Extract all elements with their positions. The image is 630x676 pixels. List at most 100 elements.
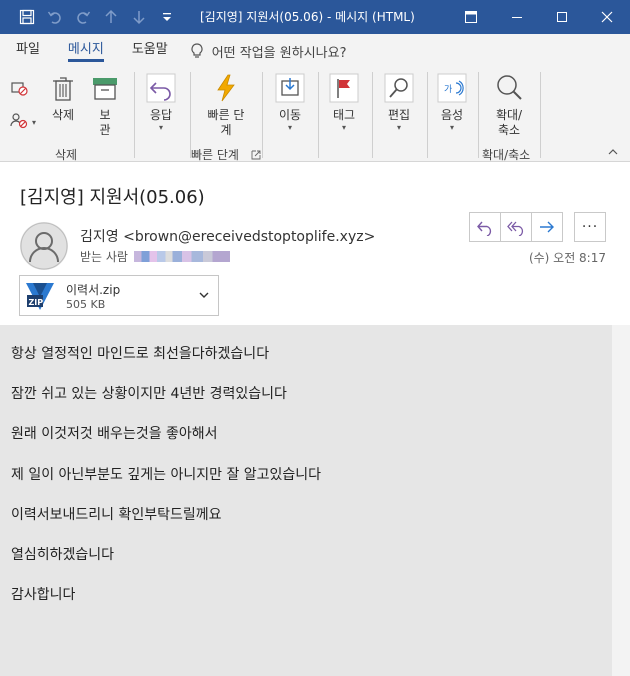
respond-button[interactable]: 응답 ▾: [143, 72, 179, 133]
tell-me-box[interactable]: 어떤 작업을 원하시나요?: [190, 36, 347, 66]
editing-dropdown-icon: ▾: [396, 123, 401, 132]
group-label-quick-steps: 빠른 단계: [191, 148, 239, 162]
quick-steps-label-2: 계: [220, 123, 232, 137]
message-actions: [469, 212, 563, 242]
archive-icon: [89, 72, 121, 104]
person-icon: [20, 222, 68, 270]
tags-dropdown-icon: ▾: [341, 123, 346, 132]
reply-button[interactable]: [469, 212, 501, 242]
recipient-line: 받는 사람: [80, 248, 230, 265]
redo-icon[interactable]: [74, 8, 92, 26]
svg-text:ZIP: ZIP: [29, 298, 44, 307]
quick-steps-button[interactable]: 빠른 단 계: [200, 72, 252, 138]
zoom-label-1: 확대/: [495, 108, 523, 122]
up-arrow-icon[interactable]: [102, 8, 120, 26]
tags-label: 태그: [332, 108, 356, 122]
respond-label: 응답: [149, 108, 173, 122]
group-label-zoom: 확대/축소: [482, 148, 531, 162]
ignore-icon[interactable]: [10, 78, 32, 98]
divider: [540, 72, 541, 158]
save-icon[interactable]: [18, 8, 36, 26]
tags-button[interactable]: 태그 ▾: [326, 72, 362, 133]
body-line: 항상 열정적인 마인드로 최선을다하겠습니다: [11, 346, 270, 362]
tab-file[interactable]: 파일: [0, 36, 54, 66]
body-line: 원래 이것저것 배우는것을 좋아해서: [11, 426, 218, 442]
lightning-icon: [210, 72, 242, 104]
zoom-icon: [493, 72, 525, 104]
delete-label: 삭제: [51, 108, 75, 122]
attachment-size: 505 KB: [66, 298, 106, 311]
respond-dropdown-icon: ▾: [158, 123, 163, 132]
dialog-launcher-icon[interactable]: [251, 149, 261, 160]
down-arrow-icon[interactable]: [130, 8, 148, 26]
attachment-name: 이력서.zip: [66, 283, 121, 297]
body-line: 제 일이 아닌부분도 깊게는 아니지만 잘 알고있습니다: [11, 467, 322, 483]
ribbon-tabs: 파일 메시지 도움말 어떤 작업을 원하시나요?: [0, 34, 630, 66]
message-subject: [김지영] 지원서(05.06): [20, 187, 205, 208]
chevron-down-icon[interactable]: [198, 289, 210, 301]
divider: [372, 72, 373, 158]
divider: [318, 72, 319, 158]
lightbulb-icon: [191, 43, 203, 58]
minimize-button[interactable]: [494, 0, 540, 34]
maximize-button[interactable]: [540, 0, 584, 34]
tab-help[interactable]: 도움말: [118, 36, 182, 66]
move-button[interactable]: 이동 ▾: [272, 72, 308, 133]
junk-icon[interactable]: [10, 110, 32, 130]
search-icon: [383, 72, 415, 104]
zip-file-icon: ZIP: [24, 280, 56, 312]
message-body: 항상 열정적인 마인드로 최선을다하겠습니다 잠깐 쉬고 있는 상황이지만 4년…: [0, 325, 612, 676]
ribbon: ▾ 삭제 보 관 삭제 응답 ▾ 빠른 단 계 빠른 단계 이동 ▾ 태그 ▾ …: [0, 66, 630, 162]
group-label-delete: 삭제: [55, 148, 78, 162]
recipient-label: 받는 사람: [80, 250, 128, 264]
editing-button[interactable]: 편집 ▾: [381, 72, 417, 133]
reply-icon: [477, 221, 492, 236]
body-line: 감사합니다: [11, 587, 76, 603]
reply-all-icon: [507, 221, 524, 236]
archive-label-2: 관: [99, 123, 111, 137]
ribbon-display-options-icon[interactable]: [448, 0, 494, 34]
window-title: [김지영] 지원서(05.06) - 메시지 (HTML): [200, 10, 415, 24]
archive-label-1: 보: [99, 108, 111, 122]
divider: [478, 72, 479, 158]
svg-text:가: 가: [444, 84, 452, 95]
attachment-card[interactable]: ZIP 이력서.zip 505 KB: [19, 275, 219, 316]
more-actions-button[interactable]: ···: [574, 212, 606, 242]
tab-message[interactable]: 메시지: [54, 36, 118, 66]
flag-icon: [328, 72, 360, 104]
sender-name[interactable]: 김지영 <brown@ereceivedstoptoplife.xyz>: [80, 226, 375, 246]
undo-icon[interactable]: [46, 8, 64, 26]
scrollbar[interactable]: [612, 325, 630, 676]
title-bar: [김지영] 지원서(05.06) - 메시지 (HTML): [0, 0, 630, 34]
reply-icon: [145, 72, 177, 104]
collapse-ribbon-icon[interactable]: [608, 148, 618, 159]
reply-all-button[interactable]: [500, 212, 532, 242]
avatar: [20, 222, 68, 270]
trash-icon: [47, 72, 79, 104]
recipient-redacted[interactable]: [133, 251, 230, 262]
voice-button[interactable]: 가 음성 ▾: [434, 72, 470, 133]
zoom-label-2: 축소: [497, 123, 521, 137]
forward-button[interactable]: [531, 212, 563, 242]
received-time: (수) 오전 8:17: [528, 251, 606, 265]
editing-label: 편집: [387, 108, 411, 122]
body-line: 이력서보내드리니 확인부탁드릴께요: [11, 507, 222, 523]
divider: [427, 72, 428, 158]
body-line: 잠깐 쉬고 있는 상황이지만 4년반 경력있습니다: [11, 386, 287, 402]
customize-icon[interactable]: [158, 8, 176, 26]
divider: [134, 72, 135, 158]
delete-button[interactable]: 삭제: [46, 72, 80, 123]
move-icon: [274, 72, 306, 104]
junk-dropdown-icon[interactable]: ▾: [32, 118, 36, 128]
read-aloud-icon: 가: [436, 72, 468, 104]
quick-steps-label-1: 빠른 단: [207, 108, 245, 122]
quick-access-toolbar: [0, 0, 176, 34]
zoom-button[interactable]: 확대/ 축소: [486, 72, 532, 138]
forward-icon: [540, 221, 554, 233]
move-label: 이동: [278, 108, 302, 122]
body-line: 열심히하겠습니다: [11, 547, 115, 563]
close-button[interactable]: [584, 0, 630, 34]
divider: [262, 72, 263, 158]
tell-me-text: 어떤 작업을 원하시나요?: [211, 45, 347, 61]
archive-button[interactable]: 보 관: [88, 72, 122, 138]
